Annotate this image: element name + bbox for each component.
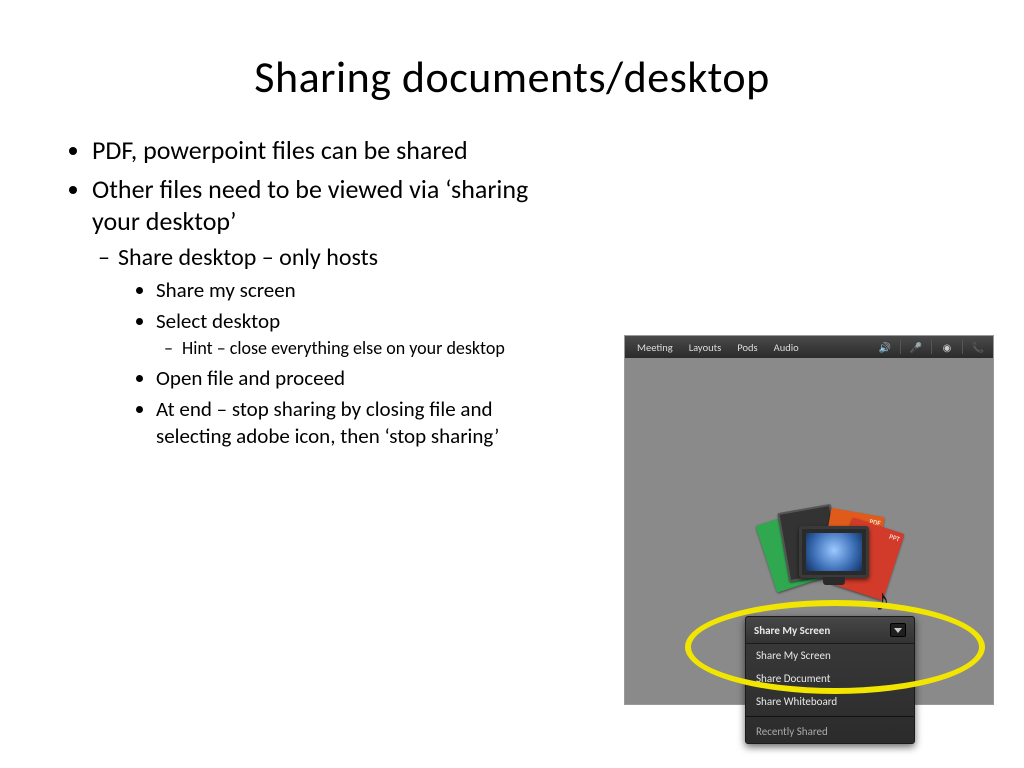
embedded-screenshot: Meeting Layouts Pods Audio 🔊 🎤 ◉ 📞	[624, 335, 994, 705]
music-note-icon	[875, 582, 901, 612]
dropdown-header-label: Share My Screen	[754, 624, 830, 637]
dropdown-option-recent[interactable]: Recently Shared	[746, 720, 914, 743]
monitor-icon	[799, 526, 869, 578]
share-stage: Share My Screen Share My Screen Share Do…	[625, 358, 993, 704]
dropdown-option-whiteboard[interactable]: Share Whiteboard	[746, 690, 914, 713]
slide-title: Sharing documents/desktop	[60, 50, 964, 104]
menu-meeting[interactable]: Meeting	[631, 341, 679, 354]
bullet-item: Share desktop – only hosts Share my scre…	[118, 242, 570, 451]
bullet-text: Share desktop – only hosts	[118, 243, 378, 272]
share-dropdown[interactable]: Share My Screen Share My Screen Share Do…	[745, 616, 915, 744]
menu-layouts[interactable]: Layouts	[683, 341, 728, 354]
bullet-text: Select desktop	[156, 308, 280, 334]
dropdown-header[interactable]: Share My Screen	[746, 617, 914, 644]
speaker-icon[interactable]: 🔊	[876, 340, 894, 354]
bullet-text: Other files need to be viewed via ‘shari…	[92, 173, 528, 238]
dropdown-option-document[interactable]: Share Document	[746, 667, 914, 690]
menu-audio[interactable]: Audio	[768, 341, 805, 354]
bullet-item: PDF, powerpoint files can be shared	[92, 134, 570, 167]
slide: Sharing documents/desktop PDF, powerpoin…	[0, 0, 1024, 768]
chevron-down-icon[interactable]	[890, 623, 906, 637]
bullet-item: Open file and proceed	[156, 365, 570, 392]
webcam-icon[interactable]: ◉	[938, 340, 956, 354]
documents-graphic	[765, 508, 885, 608]
bullet-item: At end – stop sharing by closing file an…	[156, 396, 570, 451]
bullet-item: Other files need to be viewed via ‘shari…	[92, 173, 570, 451]
dropdown-option-screen[interactable]: Share My Screen	[746, 644, 914, 667]
phone-icon[interactable]: 📞	[969, 340, 987, 354]
bullet-item: Share my screen	[156, 277, 570, 304]
menu-pods[interactable]: Pods	[731, 341, 763, 354]
dropdown-divider	[746, 716, 914, 717]
bullet-item: Hint – close everything else on your des…	[182, 337, 570, 360]
bullet-item: Select desktop Hint – close everything e…	[156, 308, 570, 361]
app-menubar: Meeting Layouts Pods Audio 🔊 🎤 ◉ 📞	[625, 336, 993, 358]
microphone-icon[interactable]: 🎤	[907, 340, 925, 354]
bullet-column: PDF, powerpoint files can be shared Othe…	[60, 134, 570, 457]
